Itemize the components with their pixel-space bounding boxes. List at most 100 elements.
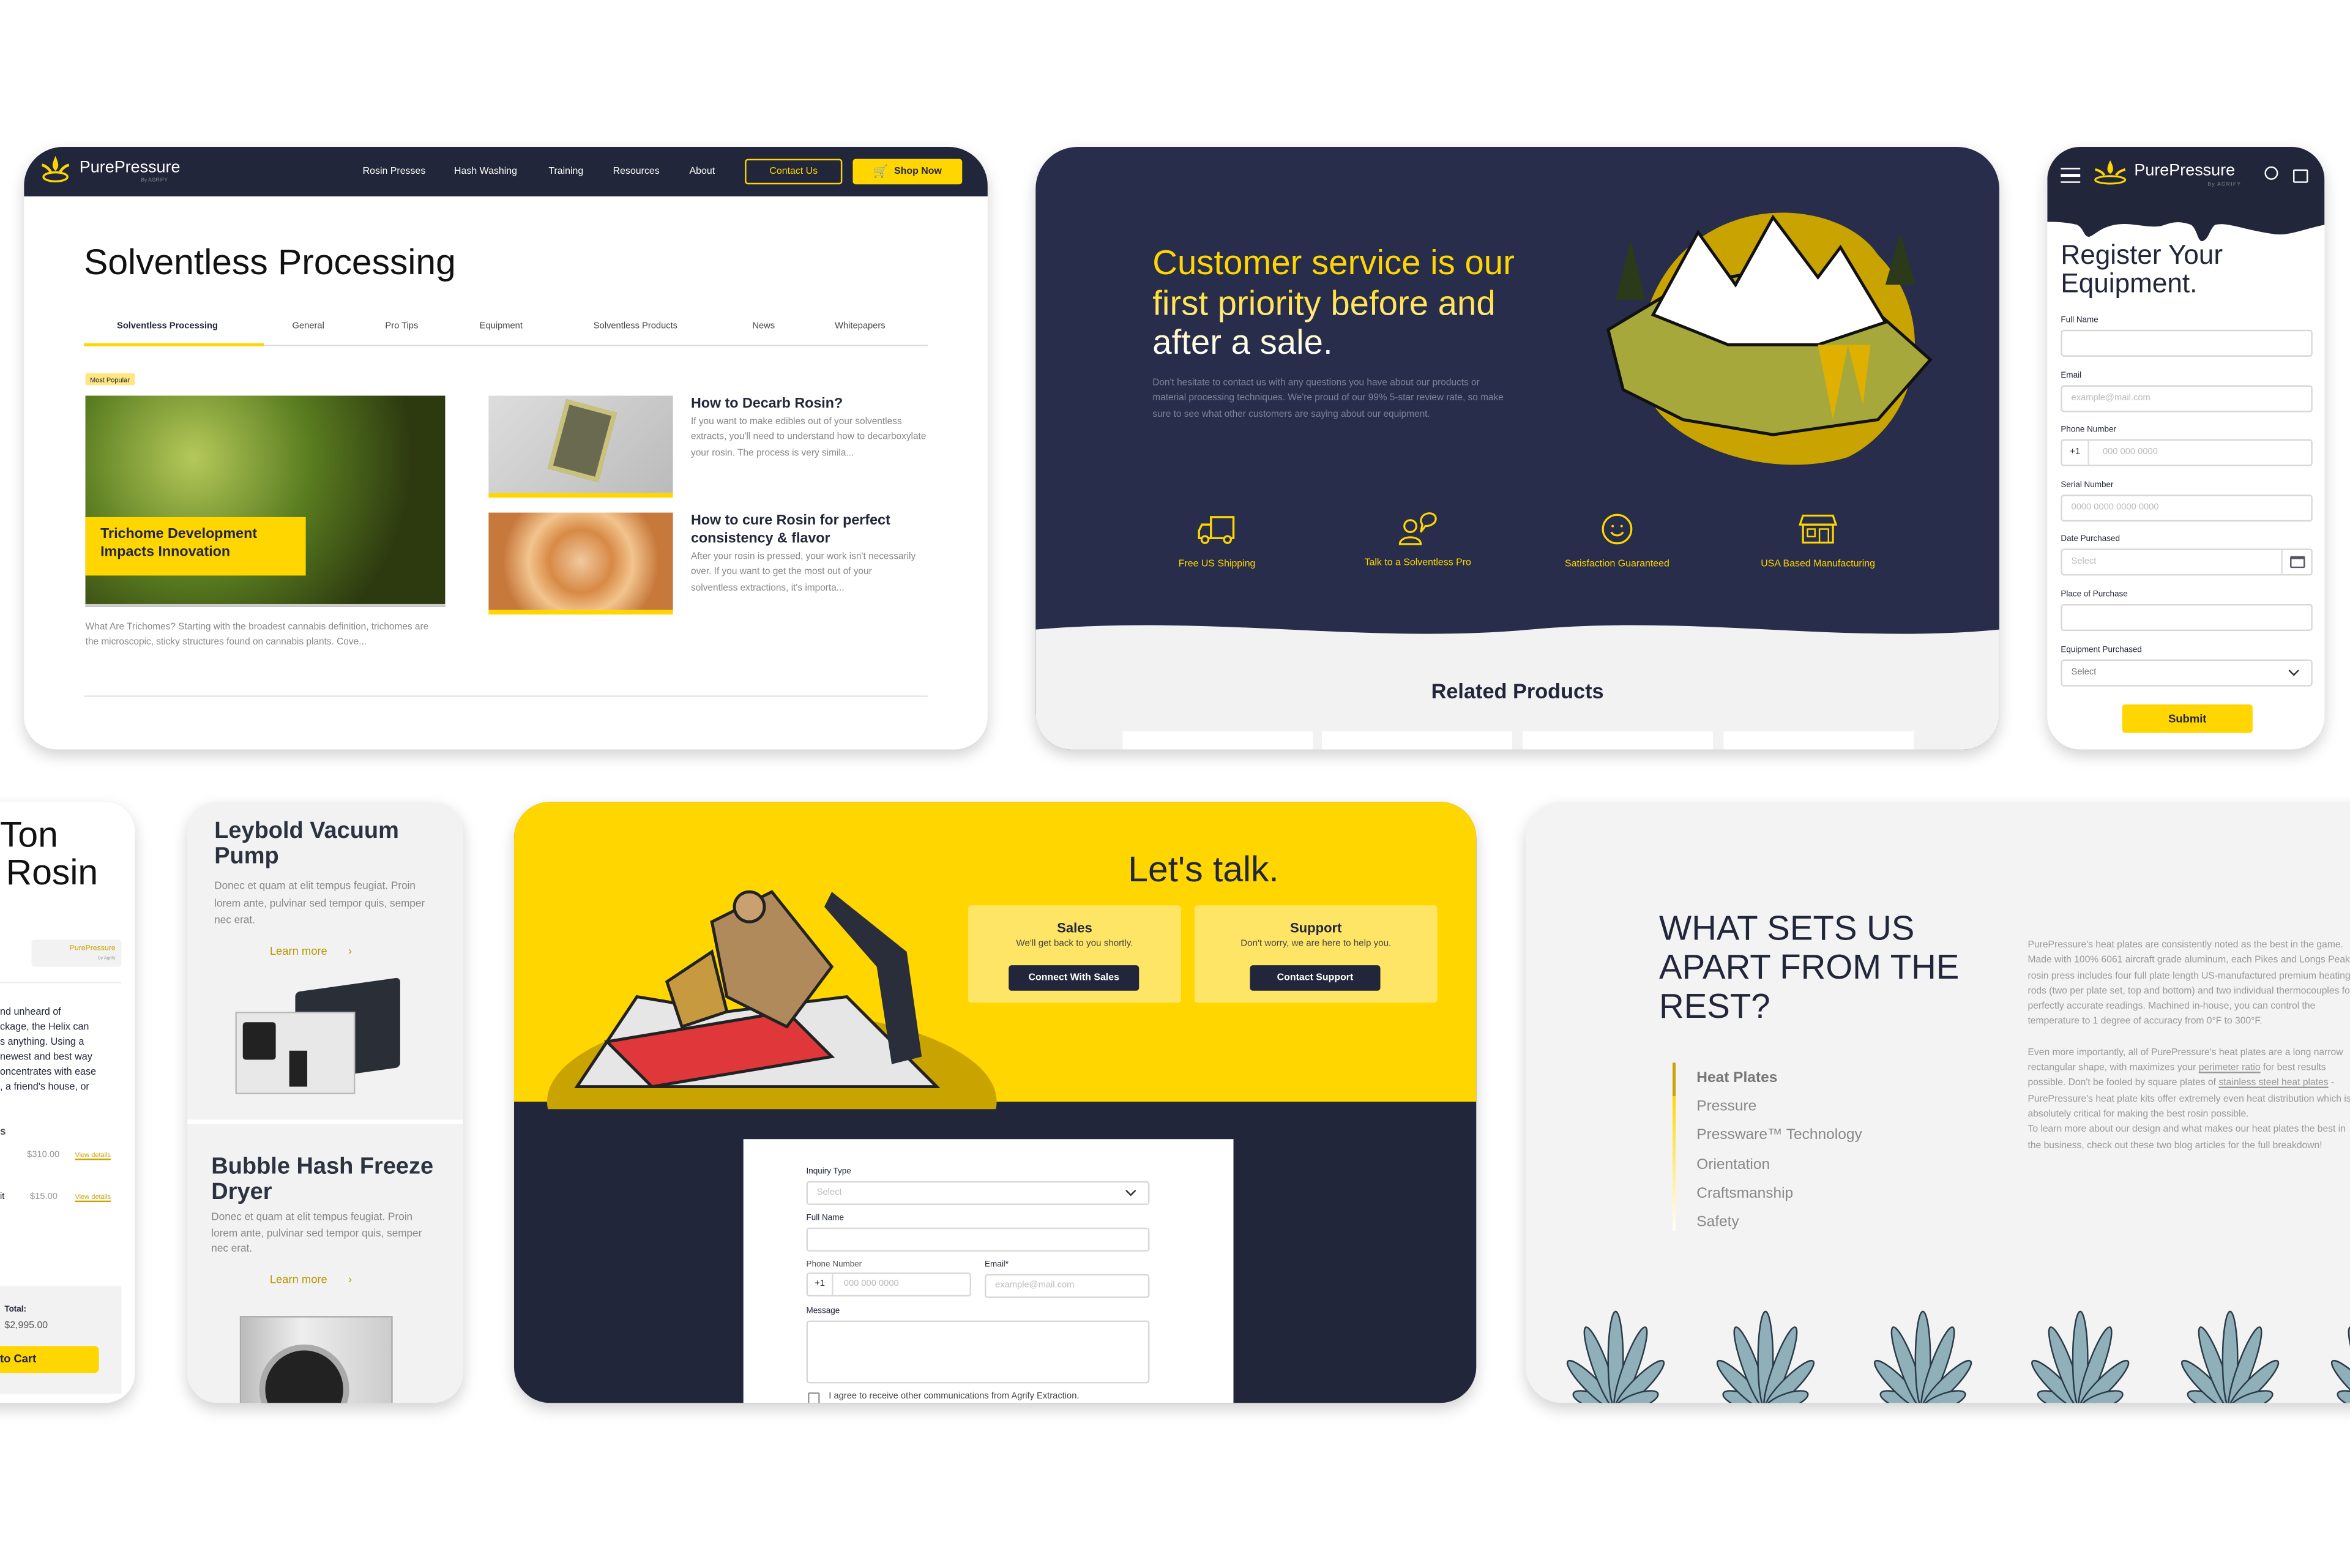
nav-training[interactable]: Training [548,166,583,177]
cannabis-leaf-icon [1873,1310,1972,1403]
cannabis-leaf-icon [1566,1310,1665,1403]
phone-input[interactable]: +1 000 000 0000 [806,1272,971,1297]
place-input[interactable] [2061,603,2313,632]
support-card: Support Don't worry, we are here to help… [1194,905,1438,1003]
brand-sub: by Agrify [98,955,116,961]
feature-tab-safety[interactable]: Safety [1696,1208,1862,1237]
logo-text[interactable]: PurePressure [2134,162,2235,179]
cannabis-leaves-decoration [1566,1310,2350,1403]
country-code[interactable]: +1 [808,1274,834,1295]
search-icon[interactable] [2264,166,2278,180]
purepressure-logo-icon [41,155,70,183]
accessory-title[interactable]: Bubble Hash Freeze Dryer [211,1154,458,1205]
accessory-description: Donec et quam at elit tempus feugiat. Pr… [211,1212,422,1255]
learn-more-link[interactable]: Learn more › [270,1272,352,1286]
paragraph: To learn more about our design and what … [2027,1124,2346,1151]
article-2-excerpt: After your rosin is pressed, your work i… [690,551,916,593]
featured-caption-box: Trichome Development Impacts Innovation [85,517,306,576]
stainless-steel-link[interactable]: stainless steel heat plates [2218,1078,2328,1089]
total-value: $2,995.00 [4,1320,48,1331]
submit-button[interactable]: Submit [2122,704,2253,733]
nav-rosin-presses[interactable]: Rosin Presses [363,166,426,177]
email-placeholder: example@mail.com [2071,394,2150,403]
equipment-select[interactable]: Select [2061,659,2313,687]
date-input[interactable]: Select [2061,548,2313,576]
phone-placeholder: 000 000 0000 [2102,448,2158,457]
article-2-title[interactable]: How to cure Rosin for perfect consistenc… [691,513,931,549]
email-input[interactable]: example@mail.com [984,1274,1150,1298]
featured-article-image[interactable]: Trichome Development Impacts Innovation [85,395,446,607]
divider [187,1119,463,1124]
register-title: Register Your Equipment. [2061,239,2223,299]
view-details-link[interactable]: View details [75,1193,111,1200]
related-products-title: Related Products [1431,679,1604,703]
related-product-card[interactable] [1322,731,1513,750]
product-description: nd unheard of ckage, the Helix can s any… [0,1006,117,1096]
features-title: WHAT SETS US APART FROM THE REST? [1659,908,1960,1026]
nav-hash-washing[interactable]: Hash Washing [454,166,517,177]
tab-solventless-products[interactable]: Solventless Products [594,323,677,332]
consent-checkbox[interactable] [808,1392,820,1403]
tab-pro-tips[interactable]: Pro Tips [385,323,418,332]
learn-more-label: Learn more [269,944,327,958]
tab-solventless-processing[interactable]: Solventless Processing [117,323,218,332]
product-title: Ton Rosin [0,817,99,892]
nav-about[interactable]: About [690,166,715,177]
learn-more-link[interactable]: Learn more › [270,944,352,958]
vacuum-pump-image[interactable] [235,977,400,1102]
accessory-title[interactable]: Leybold Vacuum Pump [214,818,439,869]
feature-solventless-pro: Talk to a Solventless Pro [1328,507,1508,568]
full-name-label: Full Name [2061,316,2098,326]
inquiry-type-value: Select [816,1189,842,1198]
nav-resources[interactable]: Resources [613,166,660,177]
view-details-link[interactable]: View details [75,1151,111,1159]
divider [0,982,122,984]
email-input[interactable]: example@mail.com [2061,385,2313,413]
connect-with-sales-button[interactable]: Connect With Sales [1009,965,1140,991]
article-1-image[interactable] [488,395,673,498]
feature-tab-orientation[interactable]: Orientation [1696,1151,1862,1179]
related-product-card[interactable] [1723,731,1914,750]
feature-tab-heat-plates[interactable]: Heat Plates [1696,1064,1862,1093]
date-placeholder: Select [2071,558,2097,567]
tab-news[interactable]: News [752,323,775,332]
paragraph: Even more importantly, all of PurePressu… [2027,1046,2350,1123]
contact-us-label: Contact Us [769,166,818,177]
country-code[interactable]: +1 [2062,441,2089,465]
feature-tab-pressure[interactable]: Pressure [1696,1093,1862,1122]
logo-text[interactable]: PurePressure [80,159,181,177]
accessories-panel: Leybold Vacuum Pump Donec et quam at eli… [187,802,463,1403]
featured-caption[interactable]: Trichome Development Impacts Innovation [100,526,257,561]
message-textarea[interactable] [806,1320,1150,1384]
serial-input[interactable]: 0000 0000 0000 0000 [2061,495,2313,522]
feature-tab-pressware[interactable]: Pressware™ Technology [1696,1122,1862,1151]
article-2-image[interactable] [488,512,673,615]
full-name-input[interactable] [806,1227,1150,1252]
phone-input[interactable]: +1 000 000 0000 [2061,439,2313,466]
feature-tab-craftsmanship[interactable]: Craftsmanship [1696,1179,1862,1208]
truck-icon [1198,516,1235,544]
pump-panel [242,1022,276,1060]
add-to-cart-button[interactable]: to Cart [0,1346,99,1373]
hamburger-menu-icon[interactable] [2061,168,2081,183]
perimeter-ratio-link[interactable]: perimeter ratio [2199,1063,2261,1073]
shopping-bag-icon[interactable] [2292,169,2308,183]
calendar-icon[interactable] [2281,550,2311,574]
inquiry-type-select[interactable]: Select [806,1181,1150,1205]
shop-now-button[interactable]: 🛒 Shop Now [852,159,963,185]
related-product-card[interactable] [1122,731,1313,750]
tab-whitepapers[interactable]: Whitepapers [835,323,886,332]
related-product-card[interactable] [1523,731,1714,750]
logo-subtext: By AGRIFY [2207,181,2242,188]
service-headline: Customer service is our first priority b… [1152,243,1527,362]
desc-line: s anything. Using a [0,1037,84,1048]
full-name-input[interactable] [2061,329,2313,357]
article-1-title[interactable]: How to Decarb Rosin? [691,396,843,413]
tab-equipment[interactable]: Equipment [480,323,523,332]
freeze-dryer-image[interactable] [239,1316,393,1403]
contact-support-button[interactable]: Contact Support [1250,965,1381,991]
section-heading-fragment: s [0,1127,6,1138]
contact-us-button[interactable]: Contact Us [745,159,843,185]
tab-general[interactable]: General [293,323,324,332]
addon-price: $15.00 [29,1193,58,1203]
